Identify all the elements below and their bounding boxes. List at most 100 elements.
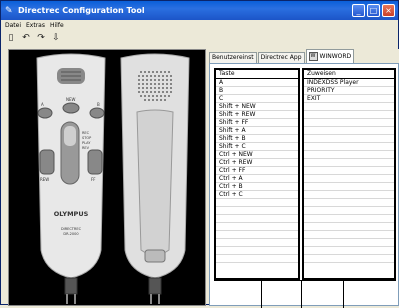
table-row[interactable] [304, 191, 394, 199]
table-row[interactable]: PRIORITY [304, 87, 394, 95]
tab-winword-label: WINWORD [319, 53, 352, 60]
table-row[interactable] [304, 167, 394, 175]
table-row[interactable] [304, 127, 394, 135]
menu-extras[interactable]: Extras [26, 22, 45, 29]
redo-icon[interactable]: ↷ [36, 33, 46, 44]
tab-winword[interactable]: W WINWORD [305, 49, 355, 63]
table-row[interactable] [216, 247, 298, 255]
table-row[interactable] [304, 231, 394, 239]
maximize-button[interactable]: □ [367, 4, 380, 17]
table-row[interactable]: Ctrl + REW [216, 159, 298, 167]
table-row[interactable] [304, 207, 394, 215]
configuration-panel: Benutzereinst Directrec App W WINWORD Ta… [209, 49, 399, 308]
table-row[interactable] [304, 239, 394, 247]
label-new: NEW [66, 97, 76, 102]
table-row[interactable] [304, 175, 394, 183]
key-column-header: Taste [216, 70, 298, 79]
button-rew[interactable] [39, 149, 55, 175]
table-row[interactable] [304, 223, 394, 231]
table-row[interactable] [304, 199, 394, 207]
new-file-icon[interactable]: ▯ [6, 33, 16, 44]
brand-logo: OLYMPUS [54, 210, 89, 218]
table-row[interactable]: Shift + REW [216, 111, 298, 119]
tab-bar: Benutzereinst Directrec App W WINWORD [209, 49, 355, 63]
table-row[interactable] [304, 255, 394, 263]
label-b: B [97, 102, 100, 107]
tab-directrec-app[interactable]: Directrec App [257, 52, 305, 63]
table-row[interactable] [304, 247, 394, 255]
table-row[interactable] [216, 199, 298, 207]
label-a: A [41, 102, 44, 107]
button-b[interactable] [89, 107, 105, 119]
device-illustration: A NEW B REC STOP PLAY REV REW FF OLYMPUS… [36, 53, 190, 304]
model-line-1: DIRECTREC [61, 227, 82, 231]
menu-datei[interactable]: Datei [5, 22, 21, 29]
table-row[interactable]: INDEXDSS Player [304, 79, 394, 87]
table-row[interactable]: Shift + B [216, 135, 298, 143]
minimize-button[interactable]: _ [352, 4, 365, 17]
label-rew: REW [40, 177, 49, 182]
table-row[interactable]: Ctrl + NEW [216, 151, 298, 159]
table-row[interactable]: EXIT [304, 95, 394, 103]
bottom-grid [214, 280, 396, 308]
table-row[interactable]: Ctrl + A [216, 175, 298, 183]
table-row[interactable]: C [216, 95, 298, 103]
table-row[interactable] [216, 255, 298, 263]
tab-benutzereinst[interactable]: Benutzereinst [209, 52, 257, 63]
device-preview-panel: A NEW B REC STOP PLAY REV REW FF OLYMPUS… [8, 49, 206, 306]
menu-hilfe[interactable]: Hilfe [50, 22, 64, 29]
bottom-cell [214, 281, 262, 308]
table-row[interactable] [216, 215, 298, 223]
key-assignment-table: Taste A B C Shift + NEW Shift + REW Shif… [209, 63, 399, 308]
table-row[interactable] [216, 231, 298, 239]
bottom-cell [302, 281, 344, 308]
model-line-2: DR-2000 [63, 232, 78, 236]
table-row[interactable] [304, 103, 394, 111]
table-row[interactable] [304, 183, 394, 191]
slide-label-stop: STOP [82, 136, 91, 140]
device-back [120, 53, 190, 304]
table-row[interactable] [304, 215, 394, 223]
device-front: A NEW B REC STOP PLAY REV REW FF OLYMPUS… [36, 53, 106, 304]
undo-icon[interactable]: ↶ [21, 33, 31, 44]
table-row[interactable] [304, 151, 394, 159]
table-row[interactable] [304, 159, 394, 167]
slide-label-play: PLAY [82, 141, 91, 145]
app-icon: ✎ [5, 5, 13, 16]
download-icon[interactable]: ⇩ [51, 33, 61, 44]
bottom-cell [262, 281, 302, 308]
key-column: Taste A B C Shift + NEW Shift + REW Shif… [214, 68, 300, 280]
menu-bar: Datei Extras Hilfe [1, 20, 398, 30]
toolbar: ▯ ↶ ↷ ⇩ [1, 31, 398, 45]
table-row[interactable] [216, 223, 298, 231]
table-row[interactable]: Shift + A [216, 127, 298, 135]
table-row[interactable]: Shift + FF [216, 119, 298, 127]
table-row[interactable] [304, 135, 394, 143]
assign-column-header: Zuweisen [304, 70, 394, 79]
table-row[interactable]: Shift + NEW [216, 103, 298, 111]
button-a[interactable] [37, 107, 53, 119]
assign-column: Zuweisen INDEXDSS Player PRIORITY EXIT [302, 68, 396, 280]
button-new[interactable] [62, 102, 80, 114]
window-controls: _ □ × [352, 4, 395, 17]
table-row[interactable]: A [216, 79, 298, 87]
table-row[interactable] [304, 119, 394, 127]
table-row[interactable]: Shift + C [216, 143, 298, 151]
title-bar: ✎ Directrec Configuration Tool _ □ × [1, 1, 398, 20]
slide-label-rec: REC [82, 131, 90, 135]
slide-label-rev: REV [82, 146, 90, 150]
label-ff: FF [91, 177, 96, 182]
window-title: Directrec Configuration Tool [18, 6, 145, 15]
table-row[interactable]: Ctrl + FF [216, 167, 298, 175]
table-row[interactable] [216, 207, 298, 215]
button-ff[interactable] [87, 149, 103, 175]
table-row[interactable]: B [216, 87, 298, 95]
table-row[interactable] [304, 111, 394, 119]
table-row[interactable] [216, 239, 298, 247]
close-button[interactable]: × [382, 4, 395, 17]
table-row[interactable]: Ctrl + C [216, 191, 298, 199]
table-row[interactable] [304, 143, 394, 151]
table-row[interactable]: Ctrl + B [216, 183, 298, 191]
word-icon: W [308, 52, 318, 61]
app-window: ✎ Directrec Configuration Tool _ □ × Dat… [0, 0, 399, 308]
